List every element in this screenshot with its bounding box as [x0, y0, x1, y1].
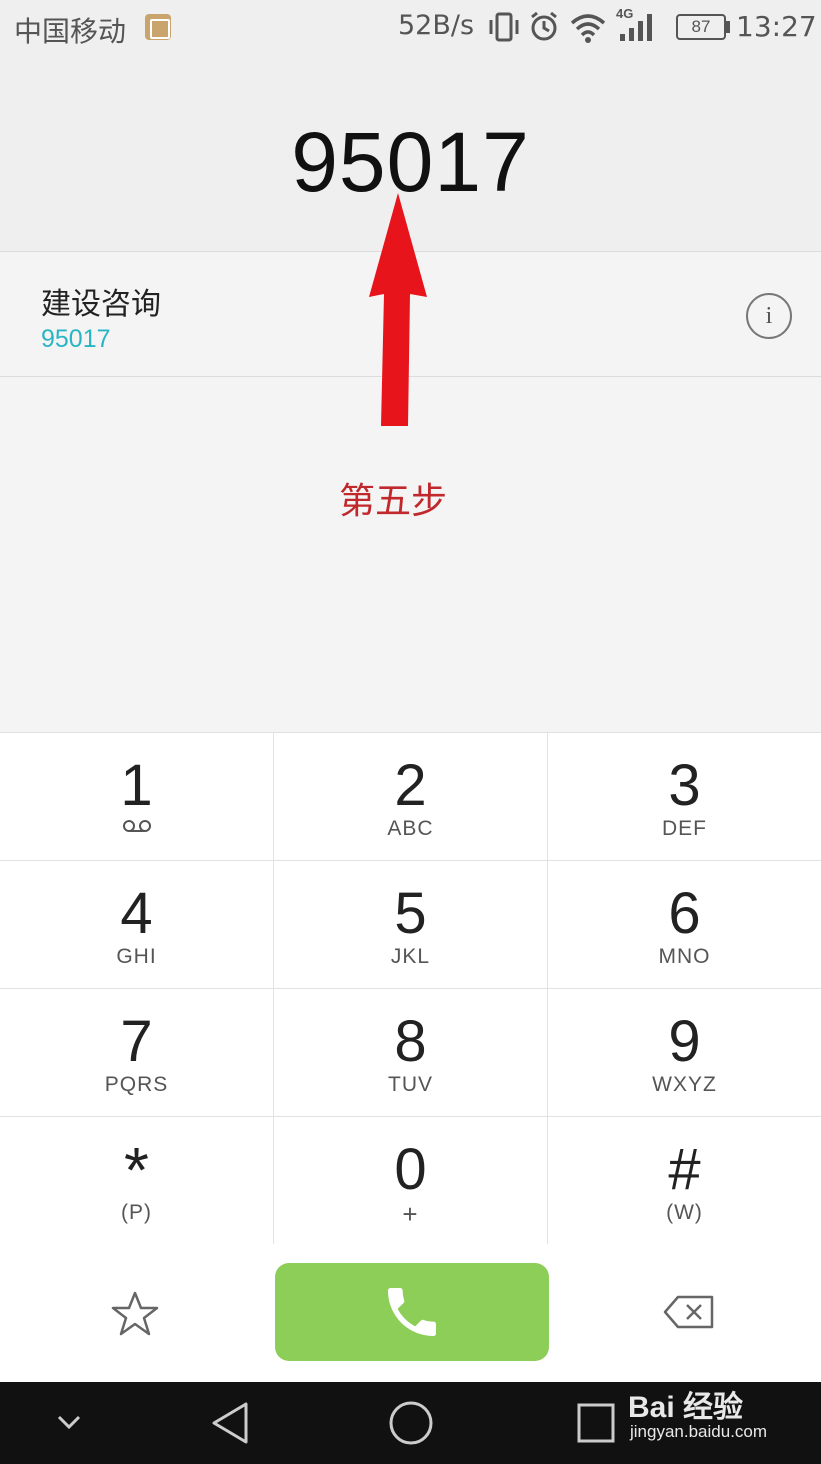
key-letters: (W) [666, 1201, 703, 1224]
step-annotation: 第五步 [339, 481, 448, 522]
key-letters: MNO [658, 945, 711, 968]
key-letters: ABC [387, 817, 434, 840]
carrier-label: 中国移动 [14, 15, 127, 48]
key-letters: WXYZ [652, 1073, 717, 1096]
key-6[interactable]: 6 MNO [548, 861, 821, 989]
alarm-icon [531, 11, 557, 41]
key-9[interactable]: 9 WXYZ [548, 989, 821, 1117]
contact-number: 95017 [41, 325, 111, 353]
key-0[interactable]: 0 + [274, 1117, 548, 1245]
key-star[interactable]: * (P) [0, 1117, 274, 1245]
key-digit: 5 [394, 881, 427, 946]
key-2[interactable]: 2 ABC [274, 733, 548, 861]
watermark-brand: Bai 经验 [628, 1391, 744, 1424]
backspace-icon[interactable] [662, 1294, 716, 1330]
key-hash[interactable]: # (W) [548, 1117, 821, 1245]
key-letters: JKL [390, 945, 431, 968]
baidu-watermark: Bai 经验 jingyan.baidu.com [628, 1376, 818, 1448]
key-letters: GHI [116, 945, 157, 968]
status-bar: 中国移动 52B/s 4G 87 13:27 [0, 0, 821, 54]
key-digit: # [668, 1137, 701, 1202]
phone-icon [388, 1288, 436, 1336]
key-digit: 0 [394, 1137, 427, 1202]
key-digit: 7 [120, 1009, 153, 1074]
key-letters: (P) [121, 1201, 152, 1224]
clock: 13:27 [736, 10, 817, 43]
key-3[interactable]: 3 DEF [548, 733, 821, 861]
network-speed: 52B/s [398, 10, 475, 41]
battery-icon: 87 [676, 14, 726, 40]
red-arrow-annotation [369, 193, 427, 426]
dialer-actions [0, 1244, 821, 1382]
watermark-url: jingyan.baidu.com [630, 1422, 768, 1441]
network-type-label: 4G [616, 6, 633, 21]
back-icon[interactable] [208, 1400, 252, 1446]
key-1[interactable]: 1 [0, 733, 274, 861]
key-letters: TUV [388, 1073, 433, 1096]
empty-area [0, 378, 821, 732]
key-digit: 9 [668, 1009, 701, 1074]
key-8[interactable]: 8 TUV [274, 989, 548, 1117]
dial-keypad: 1 2 ABC 3 DEF 4 GHI 5 JKL 6 MNO 7 PQRS 8… [0, 732, 821, 1245]
key-digit: 4 [120, 881, 153, 946]
key-digit: 6 [668, 881, 701, 946]
key-letters: PQRS [104, 1073, 169, 1096]
voicemail-icon [122, 820, 151, 832]
call-button[interactable] [275, 1263, 549, 1361]
battery-level: 87 [691, 17, 711, 36]
key-letters: DEF [662, 817, 707, 840]
hide-keyboard-icon[interactable] [56, 1414, 82, 1430]
signal-icon: 4G [616, 6, 652, 41]
key-digit: * [124, 1134, 149, 1206]
vibrate-icon [489, 12, 519, 42]
home-icon[interactable] [388, 1400, 434, 1446]
recent-apps-icon[interactable] [576, 1402, 616, 1444]
key-digit: 1 [120, 753, 153, 818]
key-5[interactable]: 5 JKL [274, 861, 548, 989]
key-4[interactable]: 4 GHI [0, 861, 274, 989]
key-digit: 2 [394, 753, 427, 818]
key-digit: 8 [394, 1009, 427, 1074]
star-icon[interactable] [110, 1290, 160, 1338]
wifi-icon [570, 14, 606, 43]
contact-name: 建设咨询 [41, 287, 161, 322]
info-button[interactable]: i [746, 293, 792, 339]
info-icon: i [765, 303, 773, 329]
key-7[interactable]: 7 PQRS [0, 989, 274, 1117]
key-digit: 3 [668, 753, 701, 818]
battery-tip [726, 21, 730, 33]
key-letters: + [402, 1199, 419, 1229]
gallery-icon [145, 14, 171, 40]
